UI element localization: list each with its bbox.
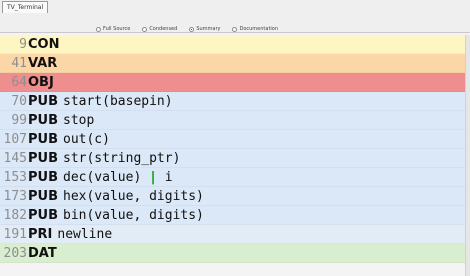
local-var-separator: | — [141, 169, 165, 185]
block-keyword: PUB — [28, 207, 58, 223]
view-mode-label: Summary — [196, 26, 221, 32]
view-mode-label: Documentation — [239, 26, 279, 32]
code-summary-list: 9 CON 41 VAR 64 OBJ 70 PUB start(basepin) 99 PUB st… — [0, 35, 466, 263]
line-number: 191 — [3, 226, 27, 242]
code-block-row[interactable]: 153 PUB dec(value) | i — [0, 168, 466, 187]
block-keyword: PUB — [28, 150, 58, 166]
method-signature: newline — [57, 227, 112, 242]
method-signature-text: stop — [63, 112, 95, 128]
line-number: 203 — [3, 245, 27, 261]
method-signature: stop — [63, 113, 94, 128]
method-signature-text: hex(value, digits) — [63, 188, 204, 204]
line-number: 182 — [3, 207, 27, 223]
code-block-row[interactable]: 191 PRI newline — [0, 225, 466, 244]
code-block-row[interactable]: 173 PUB hex(value, digits) — [0, 187, 466, 206]
block-keyword: PUB — [28, 188, 58, 204]
code-block-row[interactable]: 70 PUB start(basepin) — [0, 92, 466, 111]
method-signature: bin(value, digits) — [63, 208, 204, 223]
radio-button[interactable] — [189, 26, 195, 32]
code-block-row[interactable]: 9 CON — [0, 35, 466, 54]
block-keyword: PRI — [28, 226, 53, 242]
line-number: 107 — [3, 131, 27, 147]
code-block-row[interactable]: 64 OBJ — [0, 73, 466, 92]
editor-header: TV_Terminal Full Source Condensed Summary D… — [0, 0, 470, 33]
block-keyword: PUB — [28, 112, 58, 128]
line-number: 41 — [11, 55, 27, 71]
method-signature: start(basepin) — [63, 94, 173, 109]
view-mode-selector: Full Source Condensed Summary Documentation — [96, 24, 278, 34]
view-mode-label: Full Source — [103, 26, 131, 32]
line-number: 145 — [3, 150, 27, 166]
radio-button[interactable] — [96, 26, 101, 32]
vertical-scrollbar[interactable] — [465, 35, 470, 276]
method-signature-text: bin(value, digits) — [63, 207, 204, 223]
method-signature-text: str(string_ptr) — [63, 150, 181, 166]
code-block-row[interactable]: 145 PUB str(string_ptr) — [0, 149, 466, 168]
file-tab[interactable]: TV_Terminal — [2, 1, 49, 13]
editor-window: TV_Terminal Full Source Condensed Summary D… — [0, 0, 470, 276]
view-mode-condensed[interactable]: Condensed — [142, 26, 177, 32]
line-number: 64 — [11, 74, 27, 90]
view-mode-documentation[interactable]: Documentation — [232, 26, 278, 32]
local-variable: i — [164, 169, 173, 185]
block-keyword: PUB — [28, 169, 58, 185]
code-block-row[interactable]: 99 PUB stop — [0, 111, 466, 130]
code-block-row[interactable]: 107 PUB out(c) — [0, 130, 466, 149]
code-block-row[interactable]: 41 VAR — [0, 54, 466, 73]
line-number: 9 — [19, 36, 27, 52]
code-block-row[interactable]: 203 DAT — [0, 244, 466, 263]
block-keyword: DAT — [28, 245, 57, 261]
radio-button[interactable] — [142, 26, 148, 32]
radio-button[interactable] — [232, 26, 238, 32]
code-block-row[interactable]: 182 PUB bin(value, digits) — [0, 206, 466, 225]
block-keyword: VAR — [28, 55, 58, 71]
view-mode-label: Condensed — [149, 26, 178, 32]
line-number: 70 — [11, 93, 27, 109]
line-number: 99 — [11, 112, 27, 128]
method-signature-text: newline — [57, 226, 113, 242]
method-signature-text: out(c) — [63, 131, 110, 147]
method-signature: str(string_ptr) — [63, 151, 180, 166]
block-keyword: CON — [28, 36, 60, 52]
block-keyword: PUB — [28, 93, 58, 109]
view-mode-full-source[interactable]: Full Source — [96, 26, 130, 32]
line-number: 153 — [3, 169, 27, 185]
method-signature: hex(value, digits) — [63, 189, 204, 204]
method-signature: dec(value) | i — [63, 170, 173, 185]
block-keyword: OBJ — [28, 74, 54, 90]
method-signature-text: start(basepin) — [63, 93, 173, 109]
method-signature: out(c) — [63, 132, 110, 147]
line-number: 173 — [3, 188, 27, 204]
view-mode-summary[interactable]: Summary — [189, 26, 220, 32]
method-signature-text: dec(value) — [63, 169, 142, 185]
block-keyword: PUB — [28, 131, 58, 147]
